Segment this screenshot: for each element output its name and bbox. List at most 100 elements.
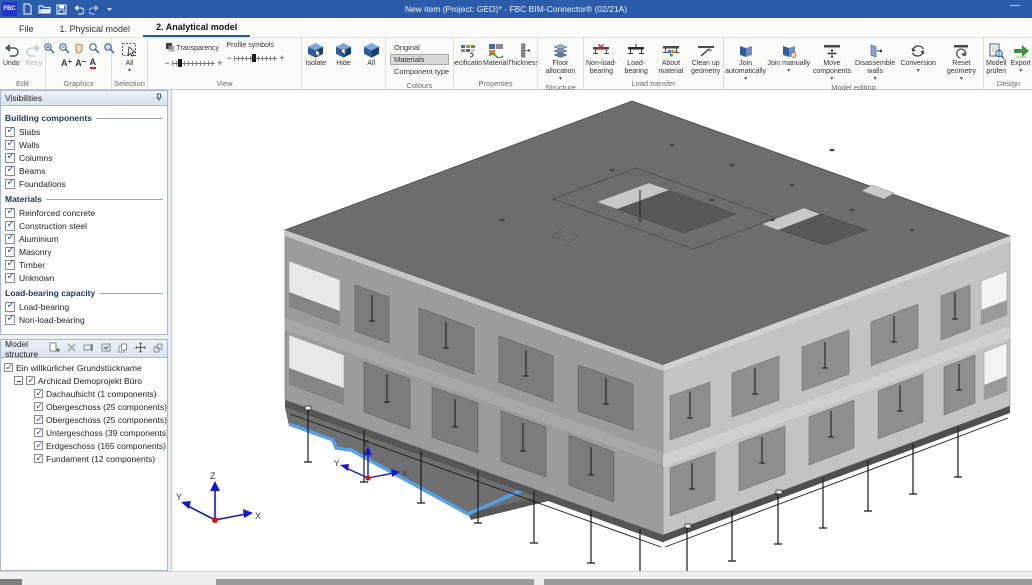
load-bearing-button[interactable]: Load- bearing bbox=[619, 39, 654, 78]
visibility-slabs[interactable]: Slabs bbox=[5, 125, 167, 138]
colours-materials-button[interactable]: Materials bbox=[390, 54, 449, 65]
check-model-button[interactable]: Modell prüfen bbox=[984, 39, 1009, 78]
checkbox[interactable] bbox=[4, 363, 13, 372]
isolate-button[interactable]: Isolate bbox=[302, 39, 330, 78]
checkbox[interactable] bbox=[5, 234, 15, 244]
checkbox[interactable] bbox=[5, 208, 15, 218]
floor-allocation-button[interactable]: Floor allocation bbox=[538, 39, 583, 82]
visibility-foundations[interactable]: Foundations bbox=[5, 177, 167, 190]
add-component-icon[interactable] bbox=[49, 342, 60, 355]
viewport-3d[interactable]: Z Y X Z Y X bbox=[172, 90, 1032, 571]
copy-icon[interactable] bbox=[118, 343, 128, 355]
clean-up-geometry-button[interactable]: Clean up geometry bbox=[688, 39, 723, 78]
tab-analytical-model[interactable]: 2. Analytical model bbox=[143, 19, 250, 37]
profile-plus[interactable]: + bbox=[279, 53, 284, 63]
collapse-icon[interactable] bbox=[14, 376, 23, 385]
transparency-plus[interactable]: + bbox=[217, 58, 222, 68]
quick-access-dropdown-icon[interactable] bbox=[106, 5, 113, 13]
taskbar-segment[interactable] bbox=[0, 579, 22, 585]
delete-icon[interactable] bbox=[67, 343, 76, 354]
tree-node-floor[interactable]: Obergeschoss (25 components) bbox=[4, 400, 165, 413]
visibility-non-load-bearing[interactable]: Non-load-bearing bbox=[5, 313, 167, 326]
checkbox[interactable] bbox=[34, 402, 43, 411]
profile-slider[interactable] bbox=[234, 54, 277, 62]
tree-node-floor[interactable]: Erdgeschoss (165 components) bbox=[4, 439, 165, 452]
join-manually-button[interactable]: Join manually bbox=[767, 39, 810, 82]
model-3d-view[interactable]: Z Y X Z Y X bbox=[172, 90, 1032, 571]
visibility-load-bearing[interactable]: Load-bearing bbox=[5, 300, 167, 313]
non-load-bearing-button[interactable]: Non-load- bearing bbox=[584, 39, 619, 78]
undo-quick-icon[interactable] bbox=[72, 4, 84, 15]
tab-physical-model[interactable]: 1. Physical model bbox=[47, 21, 144, 37]
minimize-button[interactable]: — bbox=[1010, 0, 1020, 11]
checkbox[interactable] bbox=[34, 441, 43, 450]
font-increase-icon[interactable]: A⁺ bbox=[61, 59, 72, 68]
link-icon[interactable] bbox=[153, 343, 163, 355]
pin-icon[interactable] bbox=[155, 93, 163, 104]
font-decrease-icon[interactable]: A⁻ bbox=[75, 59, 86, 68]
new-file-icon[interactable] bbox=[22, 3, 33, 15]
app-logo[interactable]: FBC bbox=[2, 2, 17, 16]
checkbox[interactable] bbox=[26, 376, 35, 385]
undo-button[interactable]: Undo bbox=[0, 39, 23, 78]
hide-button[interactable]: Hide bbox=[330, 39, 358, 78]
checkbox[interactable] bbox=[5, 166, 15, 176]
export-button[interactable]: Export bbox=[1009, 39, 1032, 78]
checkbox[interactable] bbox=[5, 315, 15, 325]
checkbox[interactable] bbox=[5, 179, 15, 189]
reset-geometry-button[interactable]: Reset geometry bbox=[940, 39, 983, 82]
checkbox[interactable] bbox=[5, 247, 15, 257]
conversion-button[interactable]: Conversion bbox=[897, 39, 940, 82]
properties-icon[interactable] bbox=[101, 343, 111, 354]
visibility-aluminium[interactable]: Aluminium bbox=[5, 232, 167, 245]
checkbox[interactable] bbox=[5, 140, 15, 150]
move-icon[interactable] bbox=[135, 342, 146, 355]
visibility-walls[interactable]: Walls bbox=[5, 138, 167, 151]
disassemble-walls-button[interactable]: Disassemble walls bbox=[854, 39, 897, 82]
move-components-button[interactable]: Move components bbox=[810, 39, 853, 82]
zoom-window-icon[interactable] bbox=[88, 42, 100, 56]
visibility-columns[interactable]: Columns bbox=[5, 151, 167, 164]
taskbar-segment[interactable] bbox=[544, 579, 1032, 585]
tree-node-floor[interactable]: Obergeschoss (25 components) bbox=[4, 413, 165, 426]
specifications-button[interactable]: Specifications bbox=[454, 39, 482, 78]
taskbar-segment[interactable] bbox=[216, 579, 534, 585]
checkbox[interactable] bbox=[34, 415, 43, 424]
checkbox[interactable] bbox=[34, 454, 43, 463]
visibility-beams[interactable]: Beams bbox=[5, 164, 167, 177]
select-all-button[interactable]: All bbox=[112, 39, 147, 78]
tree-node-floor[interactable]: Untergeschoss (39 components) bbox=[4, 426, 165, 439]
checkbox[interactable] bbox=[34, 428, 43, 437]
font-color-icon[interactable]: A bbox=[90, 58, 97, 69]
open-file-icon[interactable] bbox=[38, 4, 51, 15]
show-all-button[interactable]: All bbox=[357, 39, 385, 78]
checkbox[interactable] bbox=[5, 221, 15, 231]
transparency-slider[interactable] bbox=[172, 59, 215, 67]
tree-node-project[interactable]: Archicad Demoprojekt Büro bbox=[4, 374, 165, 387]
checkbox[interactable] bbox=[5, 302, 15, 312]
redo-quick-icon[interactable] bbox=[89, 4, 101, 15]
tree-node-floor[interactable]: Fundament (12 components) bbox=[4, 452, 165, 465]
tree-node-root[interactable]: Ein willkürlicher Grundstückname bbox=[4, 361, 165, 374]
colours-original-button[interactable]: Original bbox=[390, 42, 449, 53]
pan-icon[interactable] bbox=[73, 42, 85, 56]
visibility-unknown[interactable]: Unknown bbox=[5, 271, 167, 284]
rename-icon[interactable] bbox=[83, 343, 94, 354]
checkbox[interactable] bbox=[5, 273, 15, 283]
visibility-timber[interactable]: Timber bbox=[5, 258, 167, 271]
thickness-button[interactable]: Thickness bbox=[509, 39, 537, 78]
tab-file[interactable]: File bbox=[6, 21, 47, 37]
tree-node-floor[interactable]: Dachaufsicht (1 components) bbox=[4, 387, 165, 400]
visibility-construction-steel[interactable]: Construction steel bbox=[5, 219, 167, 232]
visibility-masonry[interactable]: Masonry bbox=[5, 245, 167, 258]
checkbox[interactable] bbox=[34, 389, 43, 398]
visibility-reinforced-concrete[interactable]: Reinforced concrete bbox=[5, 206, 167, 219]
profile-minus[interactable]: − bbox=[227, 53, 232, 63]
checkbox[interactable] bbox=[5, 260, 15, 270]
about-material-button[interactable]: About material bbox=[654, 39, 689, 78]
checkbox[interactable] bbox=[5, 127, 15, 137]
zoom-out-icon[interactable] bbox=[58, 42, 70, 56]
join-automatically-button[interactable]: Join automatically bbox=[724, 39, 767, 82]
material-button[interactable]: Material bbox=[482, 39, 510, 78]
save-icon[interactable] bbox=[56, 4, 67, 15]
